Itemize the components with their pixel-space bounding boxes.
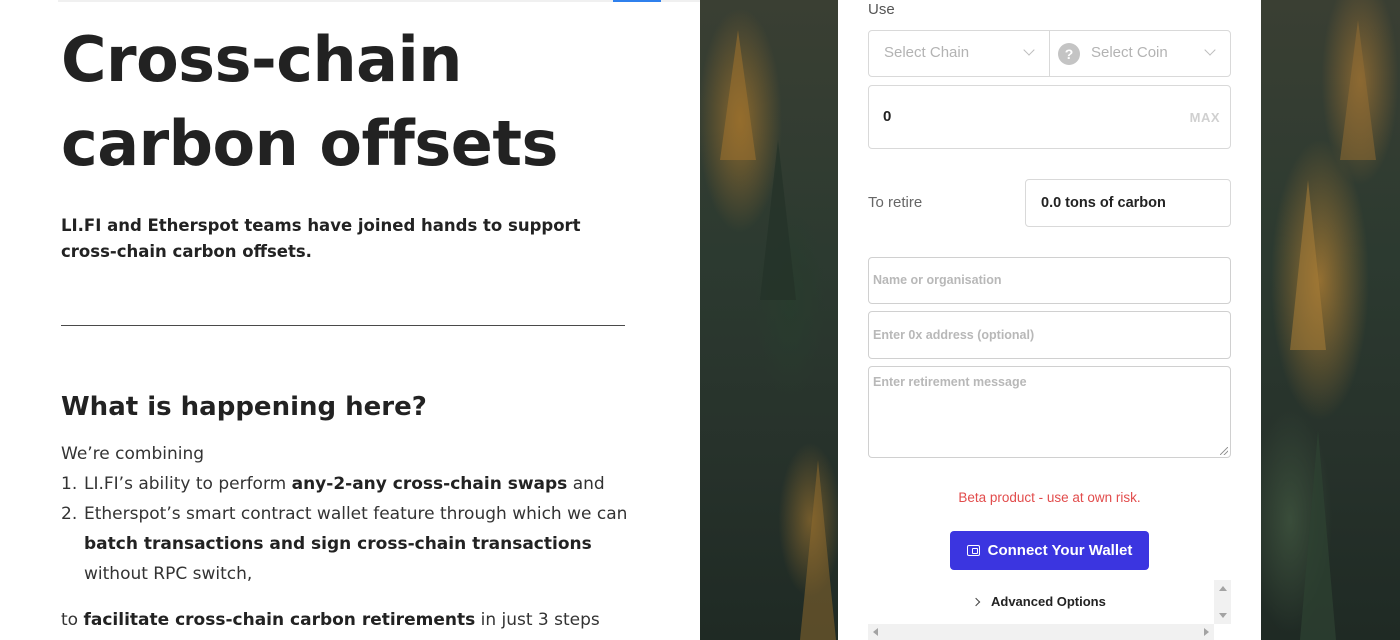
steps-list: 1. LI.FI’s ability to perform any-2-any … [61, 469, 641, 589]
retire-amount-display: 0.0 tons of carbon [1025, 179, 1231, 227]
list-item: 2. Etherspot’s smart contract wallet fea… [61, 499, 641, 589]
tree-shape [1290, 180, 1326, 350]
step-text-after: and [567, 474, 605, 494]
title-line-1: Cross-chain [61, 23, 462, 96]
advanced-options-toggle[interactable]: Advanced Options [971, 594, 1106, 609]
connect-wallet-button[interactable]: Connect Your Wallet [950, 531, 1149, 570]
coin-select[interactable]: ? Select Coin [1050, 31, 1230, 76]
top-border [58, 0, 700, 2]
coin-unknown-icon: ? [1058, 43, 1080, 65]
tree-shape [1340, 20, 1376, 160]
carbon-widget: Use Select Chain ? Select Coin 0 MAX To … [838, 0, 1261, 640]
token-selector: Select Chain ? Select Coin [868, 30, 1231, 77]
advanced-options-label: Advanced Options [991, 594, 1106, 609]
step-text-after: without RPC switch, [84, 564, 253, 584]
tree-shape [800, 460, 836, 640]
coin-select-label: Select Coin [1091, 44, 1168, 61]
list-item: 1. LI.FI’s ability to perform any-2-any … [61, 469, 641, 499]
amount-input[interactable]: 0 MAX [868, 85, 1231, 149]
name-placeholder: Name or organisation [873, 273, 1002, 287]
outro-after: in just 3 steps [475, 610, 600, 630]
step-text-before: Etherspot’s smart contract wallet featur… [84, 504, 628, 524]
page-title: Cross-chain carbon offsets [61, 18, 681, 186]
section-divider [61, 325, 625, 326]
resize-grip-icon[interactable] [1220, 447, 1228, 455]
vertical-scrollbar[interactable] [1214, 580, 1231, 624]
message-placeholder: Enter retirement message [873, 375, 1027, 389]
list-number: 2. [61, 504, 78, 524]
title-line-2: carbon offsets [61, 107, 558, 180]
amount-value: 0 [883, 108, 892, 125]
address-field[interactable]: Enter 0x address (optional) [868, 311, 1231, 359]
horizontal-scrollbar[interactable] [868, 624, 1214, 640]
tree-shape [1300, 430, 1336, 640]
use-label: Use [868, 1, 895, 18]
tree-shape [720, 30, 756, 160]
retire-label: To retire [868, 194, 923, 211]
chevron-down-icon [1023, 44, 1035, 56]
outro-before: to [61, 610, 84, 630]
list-number: 1. [61, 474, 78, 494]
address-placeholder: Enter 0x address (optional) [873, 328, 1035, 342]
top-accent-bar [613, 0, 661, 2]
article-panel: Cross-chain carbon offsets LI.FI and Eth… [0, 0, 700, 640]
connect-wallet-label: Connect Your Wallet [987, 542, 1133, 559]
wallet-icon [966, 545, 980, 556]
max-button[interactable]: MAX [1190, 110, 1220, 125]
outro-bold: facilitate cross-chain carbon retirement… [83, 610, 476, 630]
step-text-before: LI.FI’s ability to perform [84, 474, 292, 494]
section-heading: What is happening here? [61, 392, 427, 422]
name-field[interactable]: Name or organisation [868, 257, 1231, 304]
scroll-down-icon[interactable] [1219, 613, 1227, 618]
chain-select[interactable]: Select Chain [869, 31, 1050, 76]
outro-text: to facilitate cross-chain carbon retirem… [61, 605, 600, 635]
intro-text: We’re combining [61, 444, 205, 464]
step-text-bold: batch transactions and sign cross-chain … [84, 534, 592, 554]
step-text-bold: any-2-any cross-chain swaps [291, 474, 568, 494]
scroll-left-icon[interactable] [873, 628, 878, 636]
beta-warning: Beta product - use at own risk. [958, 490, 1141, 505]
retire-value: 0.0 tons of carbon [1041, 195, 1166, 211]
page-subtitle: LI.FI and Etherspot teams have joined ha… [61, 216, 581, 261]
tree-shape [760, 140, 796, 300]
scroll-right-icon[interactable] [1204, 628, 1209, 636]
scroll-up-icon[interactable] [1219, 586, 1227, 591]
chevron-right-icon [971, 597, 981, 607]
message-field[interactable]: Enter retirement message [868, 366, 1231, 458]
chain-select-label: Select Chain [884, 44, 970, 61]
chevron-down-icon [1204, 44, 1216, 56]
